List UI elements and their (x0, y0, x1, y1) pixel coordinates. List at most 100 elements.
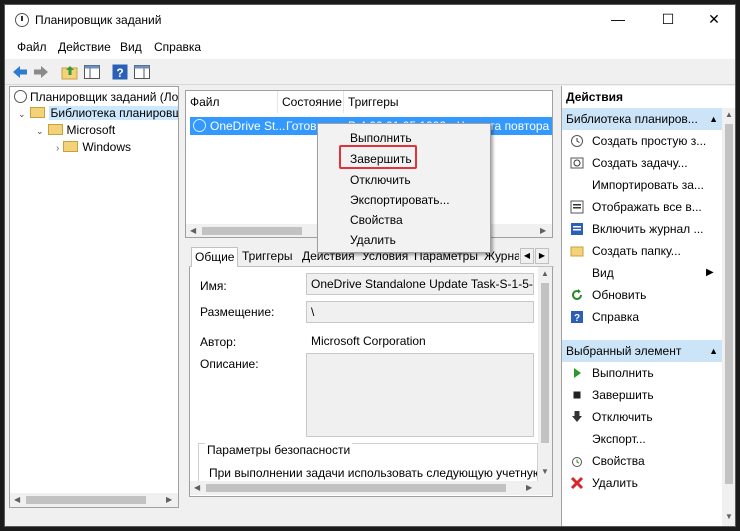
tree-library-label: Библиотека планировщ (48, 106, 178, 120)
chevron-right-icon[interactable]: › (56, 143, 59, 154)
task-clock-icon (193, 119, 206, 132)
maximize-button[interactable]: ☐ (645, 5, 691, 35)
column-header-file[interactable]: Файл (186, 91, 278, 113)
task-scheduler-window: Планировщик заданий — ☐ ✕ Файл Действие … (4, 4, 736, 527)
collapse-icon[interactable]: ▲ (709, 340, 718, 362)
ctx-properties[interactable]: Свойства (318, 210, 490, 230)
action-label: Экспорт... (592, 432, 646, 446)
tab-triggers[interactable]: Триггеры (239, 247, 296, 267)
scroll-thumb[interactable] (725, 124, 733, 484)
tab-scroll-left-icon[interactable]: ◀ (520, 248, 534, 264)
author-field[interactable]: Microsoft Corporation (306, 330, 534, 352)
scroll-up-icon[interactable]: ▲ (725, 110, 733, 119)
help-icon[interactable]: ? (111, 63, 129, 81)
menu-file[interactable]: Файл (17, 40, 47, 54)
action-end[interactable]: Завершить (562, 384, 722, 406)
tree-pane[interactable]: Планировщик заданий (Лок ⌄ Библиотека пла… (9, 86, 179, 508)
action-properties[interactable]: Свойства (562, 450, 722, 472)
menu-help[interactable]: Справка (154, 40, 201, 54)
minimize-button[interactable]: — (595, 5, 641, 35)
end-icon (573, 391, 581, 399)
action-view[interactable]: Вид ▶ (562, 262, 722, 284)
description-field[interactable] (306, 353, 534, 437)
action-label: Обновить (592, 288, 647, 302)
scroll-thumb[interactable] (541, 283, 549, 443)
scroll-down-icon[interactable]: ▼ (541, 467, 549, 476)
name-label: Имя: (200, 279, 227, 293)
properties-pane-icon[interactable] (133, 63, 151, 81)
context-menu: Выполнить Завершить Отключить Экспортиро… (317, 123, 491, 253)
scroll-left-icon[interactable]: ◀ (190, 226, 196, 235)
scroll-thumb[interactable] (26, 496, 146, 504)
highlight-box (339, 145, 417, 169)
tab-scroll-right-icon[interactable]: ▶ (535, 248, 549, 264)
actions-section-selected[interactable]: Выбранный элемент ▲ (562, 340, 722, 362)
ctx-export[interactable]: Экспортировать... (318, 190, 490, 210)
actions-vscrollbar[interactable]: ▲ ▼ (722, 108, 735, 526)
tab-general[interactable]: Общие (191, 247, 239, 268)
tree-library[interactable]: ⌄ Библиотека планировщ (18, 106, 178, 122)
tree-windows[interactable]: › Windows (56, 140, 131, 156)
tree-root[interactable]: Планировщик заданий (Лок (14, 90, 178, 106)
toolbar: ? (5, 59, 735, 85)
details-vscrollbar[interactable]: ▲ ▼ (538, 267, 552, 481)
action-enable-history[interactable]: Включить журнал ... (562, 218, 722, 240)
action-delete[interactable]: Удалить (562, 472, 722, 494)
title-bar[interactable]: Планировщик заданий — ☐ ✕ (5, 5, 735, 35)
actions-section-library[interactable]: Библиотека планиров... ▲ (562, 108, 722, 130)
folder-up-icon[interactable] (61, 63, 79, 81)
action-refresh[interactable]: Обновить (562, 284, 722, 306)
tree-microsoft[interactable]: ⌄ Microsoft (36, 123, 115, 139)
name-field[interactable]: OneDrive Standalone Update Task-S-1-5-21… (306, 273, 534, 295)
action-help[interactable]: ? Справка (562, 306, 722, 328)
scroll-right-icon[interactable]: ▶ (526, 483, 532, 492)
details-hscrollbar[interactable]: ◀ ▶ (190, 481, 552, 495)
action-label: Создать простую з... (592, 134, 707, 148)
create-basic-task-icon (571, 135, 583, 147)
ctx-disable[interactable]: Отключить (318, 170, 490, 190)
scroll-up-icon[interactable]: ▲ (541, 269, 549, 278)
delete-icon (570, 476, 584, 490)
chevron-down-icon[interactable]: ⌄ (36, 126, 44, 136)
clock-icon (14, 90, 27, 104)
ctx-delete[interactable]: Удалить (318, 230, 490, 250)
collapse-icon[interactable]: ▲ (709, 108, 718, 130)
action-import-task[interactable]: Импортировать за... (562, 174, 722, 196)
action-label: Вид (592, 266, 614, 280)
description-label: Описание: (200, 357, 259, 371)
new-folder-icon (570, 246, 584, 257)
location-field[interactable]: \ (306, 301, 534, 323)
action-display-running[interactable]: Отображать все в... (562, 196, 722, 218)
action-disable[interactable]: Отключить (562, 406, 722, 428)
action-label: Отключить (592, 410, 653, 424)
action-export[interactable]: Экспорт... (562, 428, 722, 450)
scroll-thumb[interactable] (206, 484, 506, 492)
menu-action[interactable]: Действие (58, 40, 111, 54)
action-label: Отображать все в... (592, 200, 702, 214)
help-icon: ? (571, 311, 583, 324)
submenu-arrow-icon: ▶ (706, 267, 714, 278)
scroll-right-icon[interactable]: ▶ (166, 495, 172, 504)
scroll-down-icon[interactable]: ▼ (725, 512, 733, 521)
close-button[interactable]: ✕ (691, 5, 735, 35)
security-title: Параметры безопасности (205, 443, 353, 457)
action-run[interactable]: Выполнить (562, 362, 722, 384)
column-header-state[interactable]: Состояние (278, 91, 344, 113)
action-label: Включить журнал ... (592, 222, 704, 236)
scroll-thumb[interactable] (202, 227, 302, 235)
refresh-icon (572, 289, 582, 300)
scroll-left-icon[interactable]: ◀ (14, 495, 20, 504)
view-pane-icon[interactable] (83, 63, 101, 81)
chevron-down-icon[interactable]: ⌄ (18, 109, 26, 119)
forward-arrow-icon[interactable] (32, 63, 50, 81)
scroll-right-icon[interactable]: ▶ (540, 226, 546, 235)
action-new-folder[interactable]: Создать папку... (562, 240, 722, 262)
back-arrow-icon[interactable] (11, 63, 29, 81)
action-create-task[interactable]: Создать задачу... (562, 152, 722, 174)
column-header-triggers[interactable]: Триггеры (344, 91, 552, 113)
action-create-basic-task[interactable]: Создать простую з... (562, 130, 722, 152)
tree-hscrollbar[interactable]: ◀ ▶ (10, 493, 178, 507)
scroll-left-icon[interactable]: ◀ (194, 483, 200, 492)
menu-view[interactable]: Вид (120, 40, 142, 54)
menu-bar: Файл Действие Вид Справка (5, 35, 735, 59)
